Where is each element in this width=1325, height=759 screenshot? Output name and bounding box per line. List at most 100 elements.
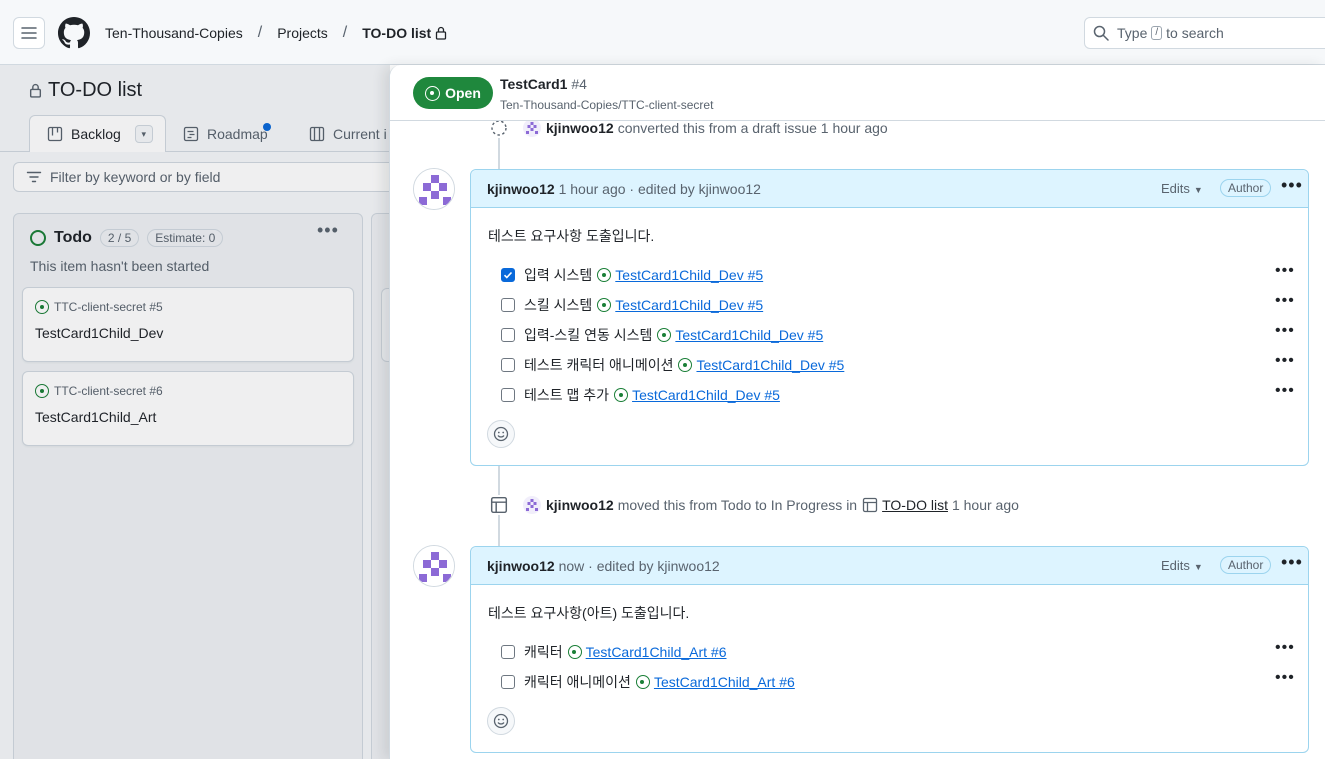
overlay-backdrop[interactable] [0, 65, 390, 759]
task-item: 테스트 맵 추가 TestCard1Child_Dev #5 [501, 384, 780, 406]
task-label: 캐릭터 애니메이션 [524, 674, 631, 690]
event-time: 1 hour ago [951, 497, 1019, 513]
breadcrumb: Ten-Thousand-Copies / Projects / TO-DO l… [105, 24, 447, 42]
smiley-icon [493, 426, 509, 442]
task-issue-link[interactable]: TestCard1Child_Dev #5 [675, 327, 823, 343]
comment-meta: kjinwoo12 now · edited by kjinwoo12 [487, 558, 720, 574]
open-issue-icon [635, 675, 650, 689]
breadcrumb-org[interactable]: Ten-Thousand-Copies [105, 25, 243, 41]
task-checkbox[interactable] [501, 298, 515, 312]
task-menu-icon[interactable]: ••• [1275, 292, 1295, 310]
issue-repo[interactable]: Ten-Thousand-Copies/TTC-client-secret [500, 98, 713, 112]
task-issue-link[interactable]: TestCard1Child_Dev #5 [696, 357, 844, 373]
github-logo-icon[interactable] [58, 17, 90, 49]
task-menu-icon[interactable]: ••• [1275, 382, 1295, 400]
user-avatar[interactable] [523, 119, 541, 137]
comment-box: kjinwoo12 now · edited by kjinwoo12 Edit… [470, 546, 1309, 753]
search-suffix: to search [1166, 25, 1224, 41]
task-item: 입력-스킬 연동 시스템 TestCard1Child_Dev #5 [501, 324, 823, 346]
author-badge: Author [1220, 556, 1272, 574]
comment-meta: kjinwoo12 1 hour ago · edited by kjinwoo… [487, 181, 761, 197]
open-issue-icon [614, 388, 629, 402]
author-badge: Author [1220, 179, 1272, 197]
event-text: moved this from Todo to In Progress in [617, 497, 858, 513]
event-user[interactable]: kjinwoo12 [546, 497, 614, 513]
breadcrumb-projects[interactable]: Projects [277, 25, 328, 41]
edits-label: Edits [1161, 181, 1190, 196]
task-label: 입력-스킬 연동 시스템 [524, 327, 653, 343]
task-item: 스킬 시스템 TestCard1Child_Dev #5 [501, 294, 763, 316]
comment-author[interactable]: kjinwoo12 [487, 558, 555, 574]
task-checkbox[interactable] [501, 388, 515, 402]
user-avatar[interactable] [523, 496, 541, 514]
comment-intro: 테스트 요구사항 도출입니다. [488, 228, 655, 244]
task-item: 입력 시스템 TestCard1Child_Dev #5 [501, 264, 763, 286]
chevron-down-icon: ▼ [1193, 562, 1203, 572]
draft-issue-icon [489, 118, 509, 138]
edits-dropdown[interactable]: Edits ▼ [1161, 181, 1203, 196]
task-checkbox[interactable] [501, 268, 515, 282]
task-issue-link[interactable]: TestCard1Child_Dev #5 [615, 267, 763, 283]
project-link[interactable]: TO-DO list [882, 497, 948, 513]
task-menu-icon[interactable]: ••• [1275, 262, 1295, 280]
task-checkbox[interactable] [501, 328, 515, 342]
open-issue-icon [597, 268, 612, 282]
top-header: Ten-Thousand-Copies / Projects / TO-DO l… [0, 0, 1325, 65]
issue-number: #4 [571, 76, 587, 92]
comment-time: 1 hour ago · edited by kjinwoo12 [558, 181, 761, 197]
task-item: 캐릭터 TestCard1Child_Art #6 [501, 641, 727, 663]
timeline-event-moved: kjinwoo12 moved this from Todo to In Pro… [489, 495, 1019, 515]
breadcrumb-separator: / [257, 24, 263, 41]
comment-author[interactable]: kjinwoo12 [487, 181, 555, 197]
comment-menu-icon[interactable]: ••• [1281, 552, 1303, 573]
event-text: converted this from a draft issue 1 hour… [617, 120, 888, 136]
task-issue-link[interactable]: TestCard1Child_Art #6 [654, 674, 795, 690]
open-issue-icon [678, 358, 693, 372]
task-item: 캐릭터 애니메이션 TestCard1Child_Art #6 [501, 671, 795, 693]
task-issue-link[interactable]: TestCard1Child_Dev #5 [615, 297, 763, 313]
timeline-line [498, 465, 500, 495]
task-issue-link[interactable]: TestCard1Child_Dev #5 [632, 387, 780, 403]
edits-dropdown[interactable]: Edits ▼ [1161, 558, 1203, 573]
lock-icon [436, 26, 447, 40]
open-issue-icon [567, 645, 582, 659]
open-issue-icon [597, 298, 612, 312]
check-icon [503, 271, 513, 279]
task-checkbox[interactable] [501, 645, 515, 659]
task-label: 입력 시스템 [524, 267, 593, 283]
add-reaction-button[interactable] [487, 420, 515, 448]
task-checkbox[interactable] [501, 358, 515, 372]
open-issue-icon [657, 328, 672, 342]
commenter-avatar[interactable] [413, 168, 455, 210]
timeline-line [498, 515, 500, 547]
status-text: Open [445, 85, 481, 101]
menu-button[interactable] [13, 17, 45, 49]
search-shortcut-key: / [1151, 26, 1163, 40]
task-menu-icon[interactable]: ••• [1275, 352, 1295, 370]
commenter-avatar[interactable] [413, 545, 455, 587]
task-item: 테스트 캐릭터 애니메이션 TestCard1Child_Dev #5 [501, 354, 844, 376]
breadcrumb-project[interactable]: TO-DO list [362, 25, 431, 41]
task-label: 테스트 캐릭터 애니메이션 [524, 357, 674, 373]
comment-menu-icon[interactable]: ••• [1281, 175, 1303, 196]
task-menu-icon[interactable]: ••• [1275, 639, 1295, 657]
task-issue-link[interactable]: TestCard1Child_Art #6 [586, 644, 727, 660]
task-menu-icon[interactable]: ••• [1275, 669, 1295, 687]
comment-time: now · edited by kjinwoo12 [558, 558, 720, 574]
hamburger-icon [21, 27, 37, 39]
status-badge: Open [413, 77, 493, 109]
issue-title: TestCard1 #4 [500, 76, 587, 92]
task-checkbox[interactable] [501, 675, 515, 689]
event-user[interactable]: kjinwoo12 [546, 120, 614, 136]
search-icon [1093, 25, 1109, 41]
task-menu-icon[interactable]: ••• [1275, 322, 1295, 340]
table-icon [862, 497, 878, 513]
issue-title-text[interactable]: TestCard1 [500, 76, 567, 92]
add-reaction-button[interactable] [487, 707, 515, 735]
task-label: 캐릭터 [524, 644, 563, 660]
comment-header: kjinwoo12 1 hour ago · edited by kjinwoo… [471, 170, 1308, 208]
task-label: 테스트 맵 추가 [524, 387, 610, 403]
chevron-down-icon: ▼ [1193, 185, 1203, 195]
search-input[interactable]: Type / to search [1084, 17, 1325, 49]
task-label: 스킬 시스템 [524, 297, 593, 313]
